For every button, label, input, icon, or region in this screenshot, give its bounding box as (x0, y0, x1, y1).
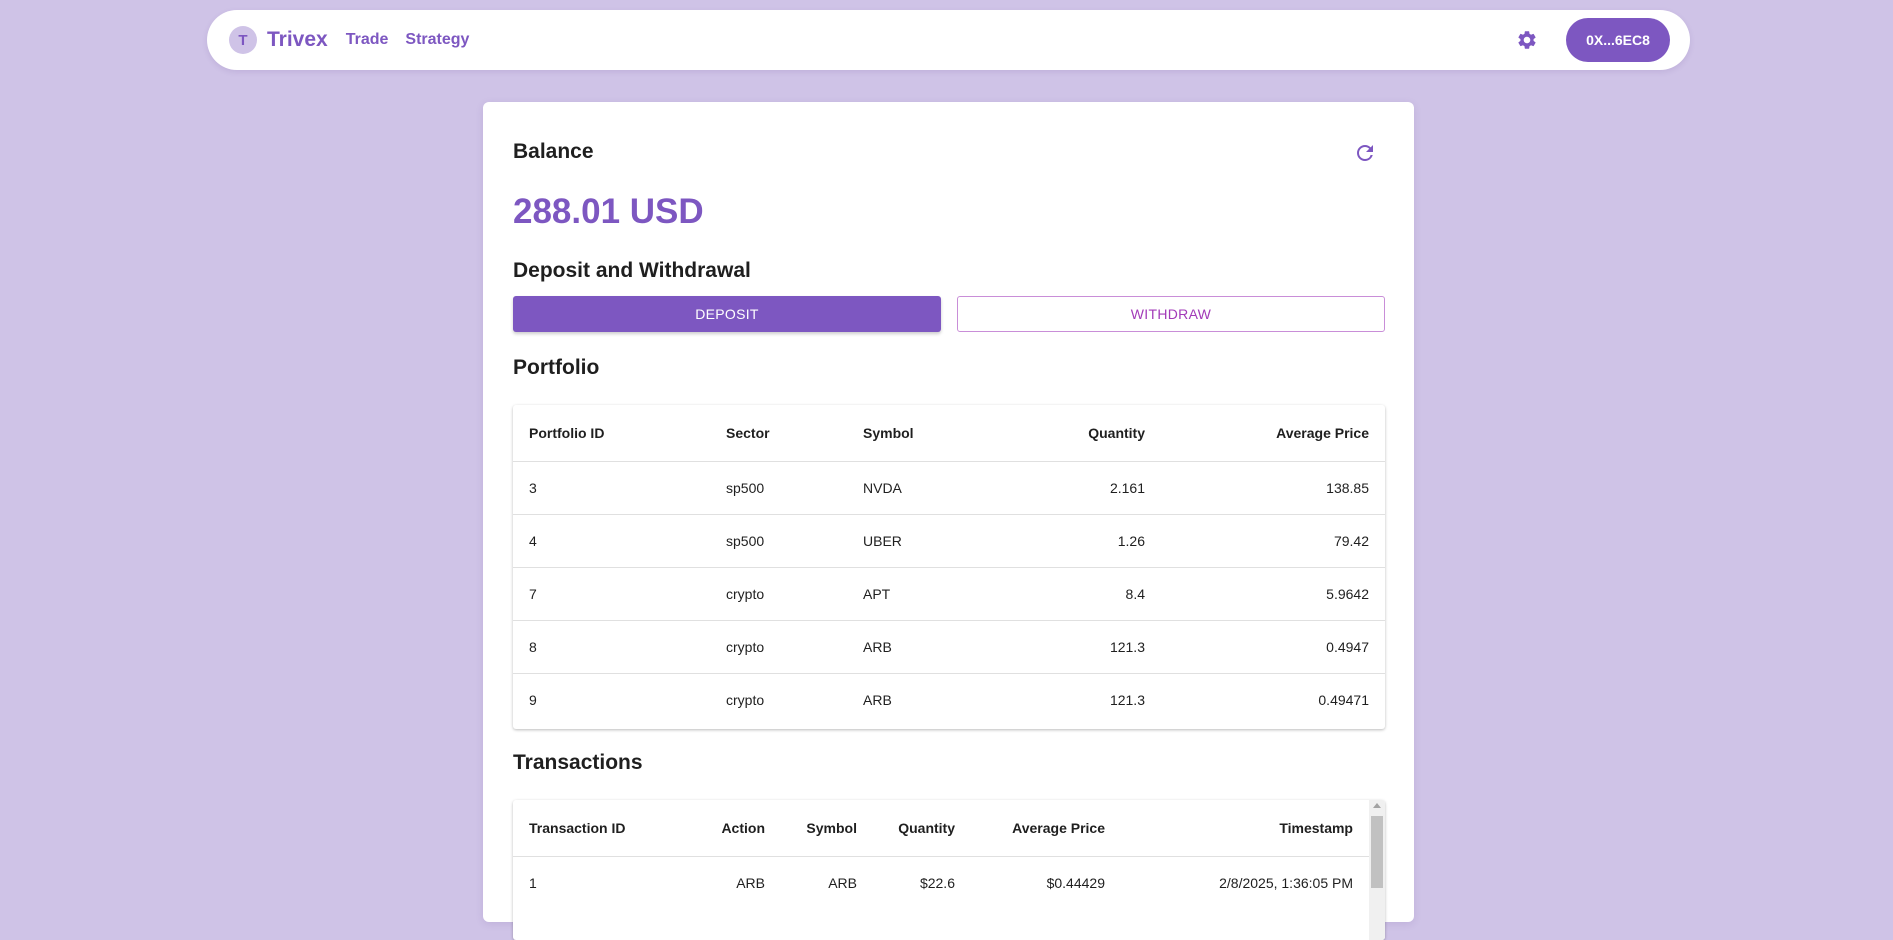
cell-sector: crypto (726, 692, 765, 708)
cell-portfolio-id: 8 (513, 620, 710, 674)
column-header-action[interactable]: Action (703, 800, 781, 857)
cell-portfolio-id: 9 (529, 692, 537, 708)
cell-symbol: APT (847, 567, 999, 621)
scroll-up-arrow-icon[interactable] (1373, 803, 1381, 808)
cell-symbol: UBER (847, 514, 999, 568)
cell-quantity: 1.26 (999, 514, 1161, 568)
transactions-table: Transaction ID Action Symbol Quantity Av… (513, 800, 1369, 909)
cell-symbol: ARB (828, 875, 857, 891)
column-header-quantity[interactable]: Quantity (873, 800, 971, 857)
cell-portfolio-id: 3 (513, 461, 710, 515)
vertical-scrollbar[interactable] (1369, 800, 1385, 940)
column-header-sector[interactable]: Sector (710, 405, 847, 462)
cell-transaction-id: 1 (529, 875, 537, 891)
cell-average-price: $0.44429 (1046, 875, 1105, 891)
cell-action: ARB (736, 875, 765, 891)
nav-link-strategy[interactable]: Strategy (405, 31, 469, 49)
column-header-symbol[interactable]: Symbol (781, 800, 873, 857)
cell-symbol: NVDA (847, 461, 999, 515)
cell-portfolio-id: 4 (513, 514, 710, 568)
cell-average-price: 138.85 (1161, 461, 1385, 515)
cell-quantity: 8.4 (999, 567, 1161, 621)
column-header-average-price[interactable]: Average Price (971, 800, 1121, 857)
table-row[interactable]: 4 sp500 UBER 1.26 79.42 (513, 514, 1385, 568)
transactions-table-container[interactable]: Transaction ID Action Symbol Quantity Av… (513, 800, 1385, 940)
cell-average-price: 79.42 (1161, 514, 1385, 568)
wallet-address-button[interactable]: 0X...6EC8 (1566, 18, 1670, 62)
balance-heading: Balance (513, 140, 594, 163)
nav-link-trade[interactable]: Trade (346, 31, 389, 49)
cell-average-price: 0.4947 (1161, 620, 1385, 674)
cell-symbol: ARB (847, 620, 999, 674)
cell-symbol: ARB (863, 692, 892, 708)
transactions-heading: Transactions (513, 751, 643, 774)
table-row[interactable]: 8 crypto ARB 121.3 0.4947 (513, 620, 1385, 674)
deposit-withdrawal-heading: Deposit and Withdrawal (513, 259, 751, 282)
column-header-quantity[interactable]: Quantity (999, 405, 1161, 462)
portfolio-table-container: Portfolio ID Sector Symbol Quantity Aver… (513, 405, 1385, 729)
column-header-transaction-id[interactable]: Transaction ID (513, 800, 703, 857)
table-row[interactable]: 3 sp500 NVDA 2.161 138.85 (513, 461, 1385, 515)
balance-amount: 288.01 USD (513, 192, 704, 231)
gear-icon[interactable] (1514, 27, 1540, 53)
column-header-portfolio-id[interactable]: Portfolio ID (513, 405, 710, 462)
table-row[interactable]: 1 ARB ARB $22.6 $0.44429 2/8/2025, 1:36:… (513, 857, 1369, 910)
cell-sector: sp500 (710, 514, 847, 568)
cell-sector: crypto (710, 567, 847, 621)
cell-portfolio-id: 7 (513, 567, 710, 621)
cell-quantity: 121.3 (1109, 692, 1145, 708)
portfolio-heading: Portfolio (513, 356, 600, 379)
refresh-icon[interactable] (1353, 141, 1377, 165)
brand-name[interactable]: Trivex (267, 28, 328, 52)
top-navbar: T Trivex Trade Strategy 0X...6EC8 (207, 10, 1690, 70)
scrollbar-thumb[interactable] (1371, 816, 1383, 888)
column-header-symbol[interactable]: Symbol (847, 405, 999, 462)
cell-quantity: 2.161 (999, 461, 1161, 515)
table-row[interactable]: 7 crypto APT 8.4 5.9642 (513, 567, 1385, 621)
table-row[interactable]: 9 crypto ARB 121.3 0.49471 (513, 674, 1385, 727)
transactions-header-row: Transaction ID Action Symbol Quantity Av… (513, 800, 1369, 857)
portfolio-table: Portfolio ID Sector Symbol Quantity Aver… (513, 405, 1385, 726)
portfolio-header-row: Portfolio ID Sector Symbol Quantity Aver… (513, 405, 1385, 462)
cell-timestamp: 2/8/2025, 1:36:05 PM (1219, 875, 1353, 891)
deposit-button[interactable]: DEPOSIT (513, 296, 941, 332)
cell-sector: sp500 (710, 461, 847, 515)
cell-sector: crypto (710, 620, 847, 674)
withdraw-button[interactable]: WITHDRAW (957, 296, 1385, 332)
cell-quantity: 121.3 (999, 620, 1161, 674)
cell-average-price: 5.9642 (1161, 567, 1385, 621)
cell-average-price: 0.49471 (1318, 692, 1369, 708)
column-header-timestamp[interactable]: Timestamp (1121, 800, 1369, 857)
logo-icon[interactable]: T (229, 26, 257, 54)
column-header-average-price[interactable]: Average Price (1161, 405, 1385, 462)
cell-quantity: $22.6 (919, 875, 955, 891)
account-card: Balance 288.01 USD Deposit and Withdrawa… (483, 102, 1414, 940)
